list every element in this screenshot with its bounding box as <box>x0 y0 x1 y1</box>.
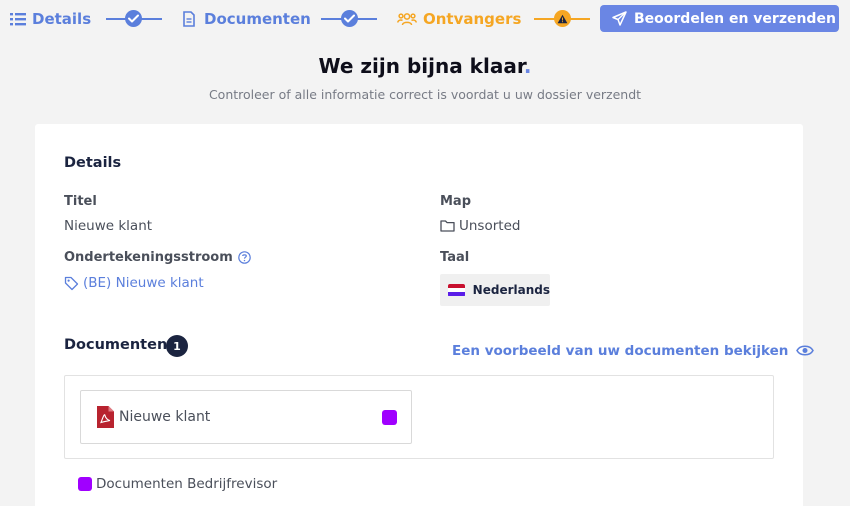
users-icon <box>397 11 417 27</box>
tag-icon <box>64 276 79 291</box>
preview-documents-link-text: Een voorbeeld van uw documenten bekijken <box>452 343 789 359</box>
check-icon <box>341 10 358 27</box>
step-details-label: Details <box>32 9 92 28</box>
paper-plane-icon <box>612 11 627 26</box>
list-icon <box>10 11 26 27</box>
role-legend: Documenten Bedrijfrevisor <box>78 476 277 492</box>
document-icon <box>182 10 198 27</box>
folder-value: Unsorted <box>440 218 520 234</box>
step-details[interactable]: Details <box>10 5 91 32</box>
progress-stepper: Details Documenten Ontvangers Beoordelen… <box>0 5 850 32</box>
language-chip: Nederlands <box>440 274 550 306</box>
documents-box: Nieuwe klant <box>64 375 774 459</box>
language-value: Nederlands <box>472 283 550 297</box>
documents-section-title: Documenten <box>64 337 168 353</box>
legend-swatch <box>78 477 92 491</box>
pdf-icon <box>96 406 114 428</box>
page-title-dot: . <box>523 54 532 78</box>
page-subtitle: Controleer of alle informatie correct is… <box>208 87 642 102</box>
folder-value-text: Unsorted <box>459 218 521 234</box>
flow-label-text: Ondertekeningsstroom <box>64 250 233 265</box>
step-documents-label: Documenten <box>204 9 311 28</box>
flow-value[interactable]: (BE) Nieuwe klant <box>64 275 204 291</box>
warning-icon <box>554 10 571 27</box>
language-label: Taal <box>440 250 470 265</box>
title-value: Nieuwe klant <box>64 218 153 234</box>
check-icon <box>125 10 142 27</box>
step-documents[interactable]: Documenten <box>182 5 311 32</box>
document-item[interactable]: Nieuwe klant <box>80 390 412 444</box>
flow-value-text: (BE) Nieuwe klant <box>83 275 204 291</box>
eye-icon <box>796 344 815 358</box>
review-and-send-label: Beoordelen en verzenden <box>634 10 836 27</box>
details-section-title: Details <box>64 155 122 171</box>
folder-icon <box>440 219 455 234</box>
folder-label: Map <box>440 194 472 209</box>
documents-count-badge: 1 <box>166 335 188 357</box>
step-recipients[interactable]: Ontvangers <box>397 5 521 32</box>
flow-label: Ondertekeningsstroom <box>64 250 251 265</box>
help-circle-icon[interactable] <box>237 251 251 264</box>
preview-documents-link[interactable]: Een voorbeeld van uw documenten bekijken <box>452 343 815 359</box>
document-role-swatch <box>382 410 397 425</box>
netherlands-flag-icon <box>448 283 465 297</box>
step-recipients-label: Ontvangers <box>423 9 522 28</box>
review-and-send-button[interactable]: Beoordelen en verzenden <box>600 5 839 32</box>
document-name: Nieuwe klant <box>119 409 211 425</box>
page-title: We zijn bijna klaar. <box>0 54 850 78</box>
review-card: Details Titel Nieuwe klant Map Unsorted … <box>35 124 815 506</box>
legend-label: Documenten Bedrijfrevisor <box>96 476 278 492</box>
page-title-text: We zijn bijna klaar <box>318 54 524 78</box>
title-label: Titel <box>64 194 97 209</box>
